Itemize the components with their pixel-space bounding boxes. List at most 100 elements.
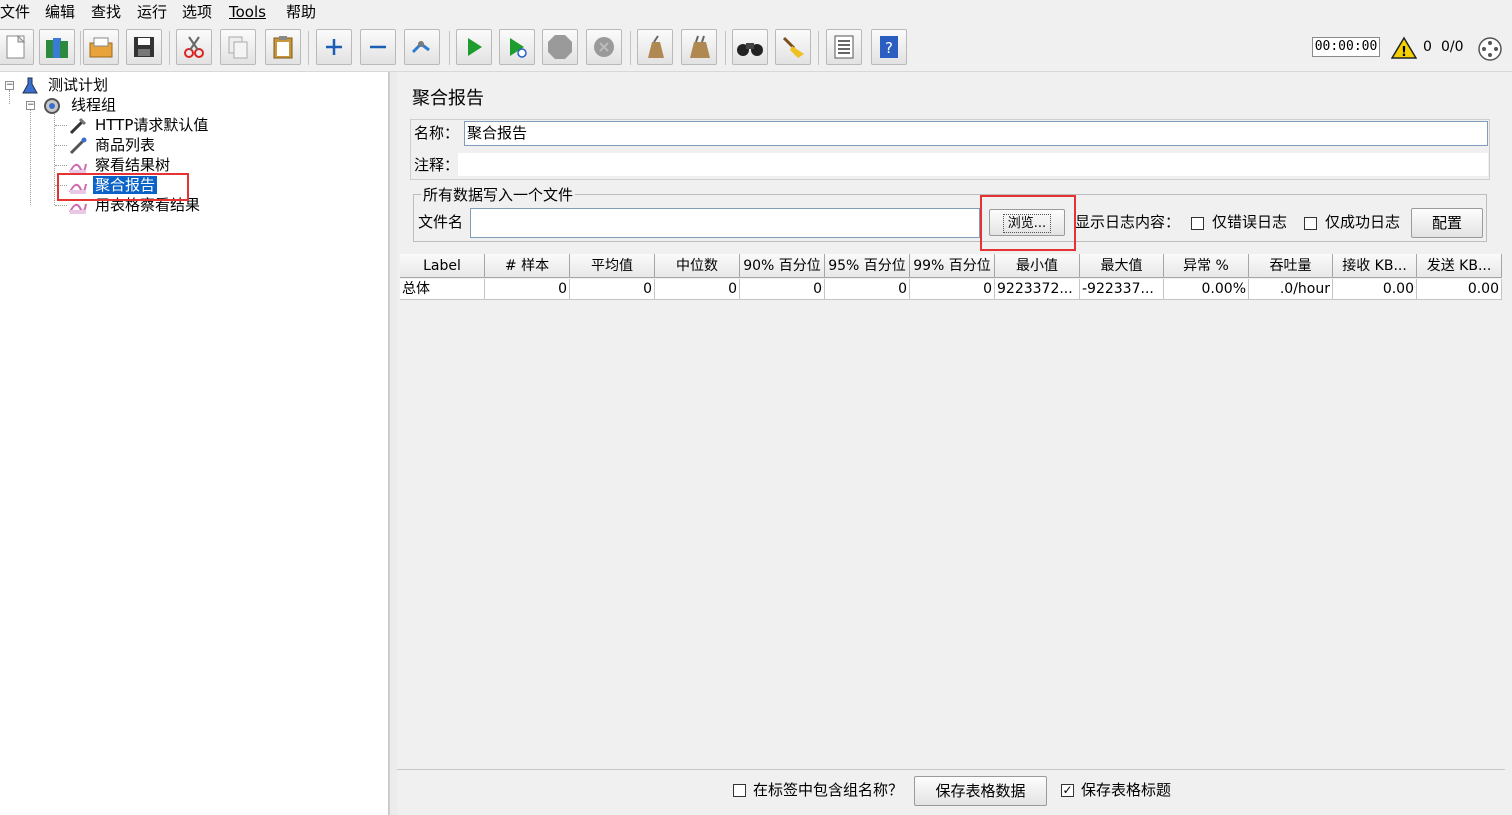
clear-button[interactable] xyxy=(637,29,673,65)
expand-button[interactable] xyxy=(316,29,352,65)
filename-field[interactable] xyxy=(470,208,980,238)
save-button[interactable] xyxy=(126,29,162,65)
start-no-pauses-button[interactable] xyxy=(499,29,535,65)
open-button[interactable] xyxy=(83,29,119,65)
menu-options[interactable]: 选项 xyxy=(182,3,212,21)
column-header[interactable]: 中位数 xyxy=(655,254,740,278)
warning-icon[interactable]: ! xyxy=(1391,36,1417,60)
stop-icon xyxy=(548,35,572,59)
tree-item-view-results-tree[interactable]: 察看结果树 xyxy=(95,155,170,175)
menu-run[interactable]: 运行 xyxy=(137,3,167,21)
split-pane-divider[interactable] xyxy=(389,72,397,815)
tree-item-aggregate-report[interactable]: 聚合报告 xyxy=(93,175,158,195)
templates-button[interactable] xyxy=(39,29,75,65)
cut-icon xyxy=(184,36,204,58)
column-header[interactable]: 95% 百分位 xyxy=(825,254,910,278)
menu-help[interactable]: 帮助 xyxy=(286,3,316,21)
binoculars-icon xyxy=(737,43,763,56)
stop-button[interactable] xyxy=(542,29,578,65)
save-icon xyxy=(134,37,154,57)
column-header[interactable]: # 样本 xyxy=(485,254,570,278)
comment-label: 注释： xyxy=(414,156,460,174)
help-button[interactable]: ? xyxy=(871,29,907,65)
menu-bar: 文件 编辑 查找 运行 选项 Tools 帮助 xyxy=(0,0,1512,24)
copy-icon xyxy=(228,36,248,59)
table-cell: 0.00 xyxy=(1333,279,1417,300)
plus-icon xyxy=(326,39,342,55)
success-only-checkbox[interactable] xyxy=(1304,217,1317,230)
include-group-checkbox[interactable] xyxy=(733,784,746,797)
column-header[interactable]: 最大值 xyxy=(1080,254,1164,278)
collapse-button[interactable] xyxy=(360,29,396,65)
column-header[interactable]: 平均值 xyxy=(570,254,655,278)
root-collapse-toggle[interactable]: − xyxy=(5,81,14,90)
column-header[interactable]: 异常 % xyxy=(1164,254,1249,278)
clear-all-icon xyxy=(690,35,710,58)
toggle-button[interactable] xyxy=(404,29,440,65)
menu-tools[interactable]: Tools xyxy=(229,3,266,21)
table-cell: 0 xyxy=(485,279,570,300)
save-table-data-button[interactable]: 保存表格数据 xyxy=(914,776,1047,806)
svg-text:?: ? xyxy=(885,39,893,57)
tree-item-product-list[interactable]: 商品列表 xyxy=(95,135,155,155)
toggle-icon xyxy=(411,41,430,54)
errors-only-checkbox[interactable] xyxy=(1191,217,1204,230)
listener-icon xyxy=(69,203,87,214)
search-button[interactable] xyxy=(732,29,768,65)
new-button[interactable] xyxy=(0,29,34,65)
column-header[interactable]: 吞吐量 xyxy=(1249,254,1333,278)
save-table-header-checkbox[interactable]: ✓ xyxy=(1061,784,1074,797)
help-icon: ? xyxy=(880,36,898,58)
toolbar: ? 00:00:00 ! 0 0/0 xyxy=(0,25,1512,72)
success-only-label: 仅成功日志 xyxy=(1325,213,1401,231)
shutdown-button[interactable] xyxy=(586,29,622,65)
browse-button[interactable]: 浏览... xyxy=(989,209,1065,236)
gear-icon xyxy=(44,98,60,114)
function-helper-button[interactable] xyxy=(826,29,862,65)
tree-item-http-defaults[interactable]: HTTP请求默认值 xyxy=(95,115,208,135)
table-cell: 0.00% xyxy=(1164,279,1249,300)
comment-field[interactable] xyxy=(458,153,1488,176)
name-field[interactable]: 聚合报告 xyxy=(464,121,1488,146)
page-title: 聚合报告 xyxy=(412,88,484,109)
reset-search-button[interactable] xyxy=(775,29,811,65)
column-header[interactable]: Label xyxy=(400,254,485,278)
start-no-pause-icon xyxy=(510,38,527,58)
paste-icon xyxy=(273,36,293,59)
configure-button[interactable]: 配置 xyxy=(1411,208,1483,238)
paste-button[interactable] xyxy=(265,29,301,65)
column-header[interactable]: 最小值 xyxy=(995,254,1080,278)
minus-icon xyxy=(370,45,386,49)
column-header[interactable]: 99% 百分位 xyxy=(910,254,995,278)
tree-item-thread-group[interactable]: 线程组 xyxy=(71,95,116,115)
sampler-icon xyxy=(69,137,87,155)
table-cell: 9223372... xyxy=(995,279,1080,300)
column-header[interactable]: 90% 百分位 xyxy=(740,254,825,278)
shutdown-icon xyxy=(594,37,614,57)
clear-all-button[interactable] xyxy=(681,29,717,65)
table-cell: 0 xyxy=(740,279,825,300)
start-icon xyxy=(468,38,482,56)
menu-search[interactable]: 查找 xyxy=(91,3,121,21)
tree-item-view-results-table[interactable]: 用表格察看结果 xyxy=(95,195,200,215)
status-icon xyxy=(1478,37,1502,61)
copy-button[interactable] xyxy=(220,29,256,65)
table-cell: 0 xyxy=(655,279,740,300)
name-label: 名称： xyxy=(414,124,460,142)
column-header[interactable]: 发送 KB... xyxy=(1417,254,1502,278)
thread-group-collapse-toggle[interactable]: − xyxy=(26,101,35,110)
table-cell: .0/hour xyxy=(1249,279,1333,300)
column-header[interactable]: 接收 KB... xyxy=(1333,254,1417,278)
thread-count: 0/0 xyxy=(1441,39,1464,55)
errors-only-label: 仅错误日志 xyxy=(1212,213,1288,231)
listener-icon xyxy=(69,183,87,194)
save-table-header-label: 保存表格标题 xyxy=(1081,781,1172,799)
menu-file[interactable]: 文件 xyxy=(0,3,30,21)
start-button[interactable] xyxy=(456,29,492,65)
selected-label: 聚合报告 xyxy=(93,176,158,194)
cut-button[interactable] xyxy=(176,29,212,65)
tree-item-test-plan[interactable]: 测试计划 xyxy=(48,75,108,95)
menu-edit[interactable]: 编辑 xyxy=(45,3,75,21)
browse-label: 浏览... xyxy=(1002,214,1052,233)
table-cell: 0 xyxy=(825,279,910,300)
